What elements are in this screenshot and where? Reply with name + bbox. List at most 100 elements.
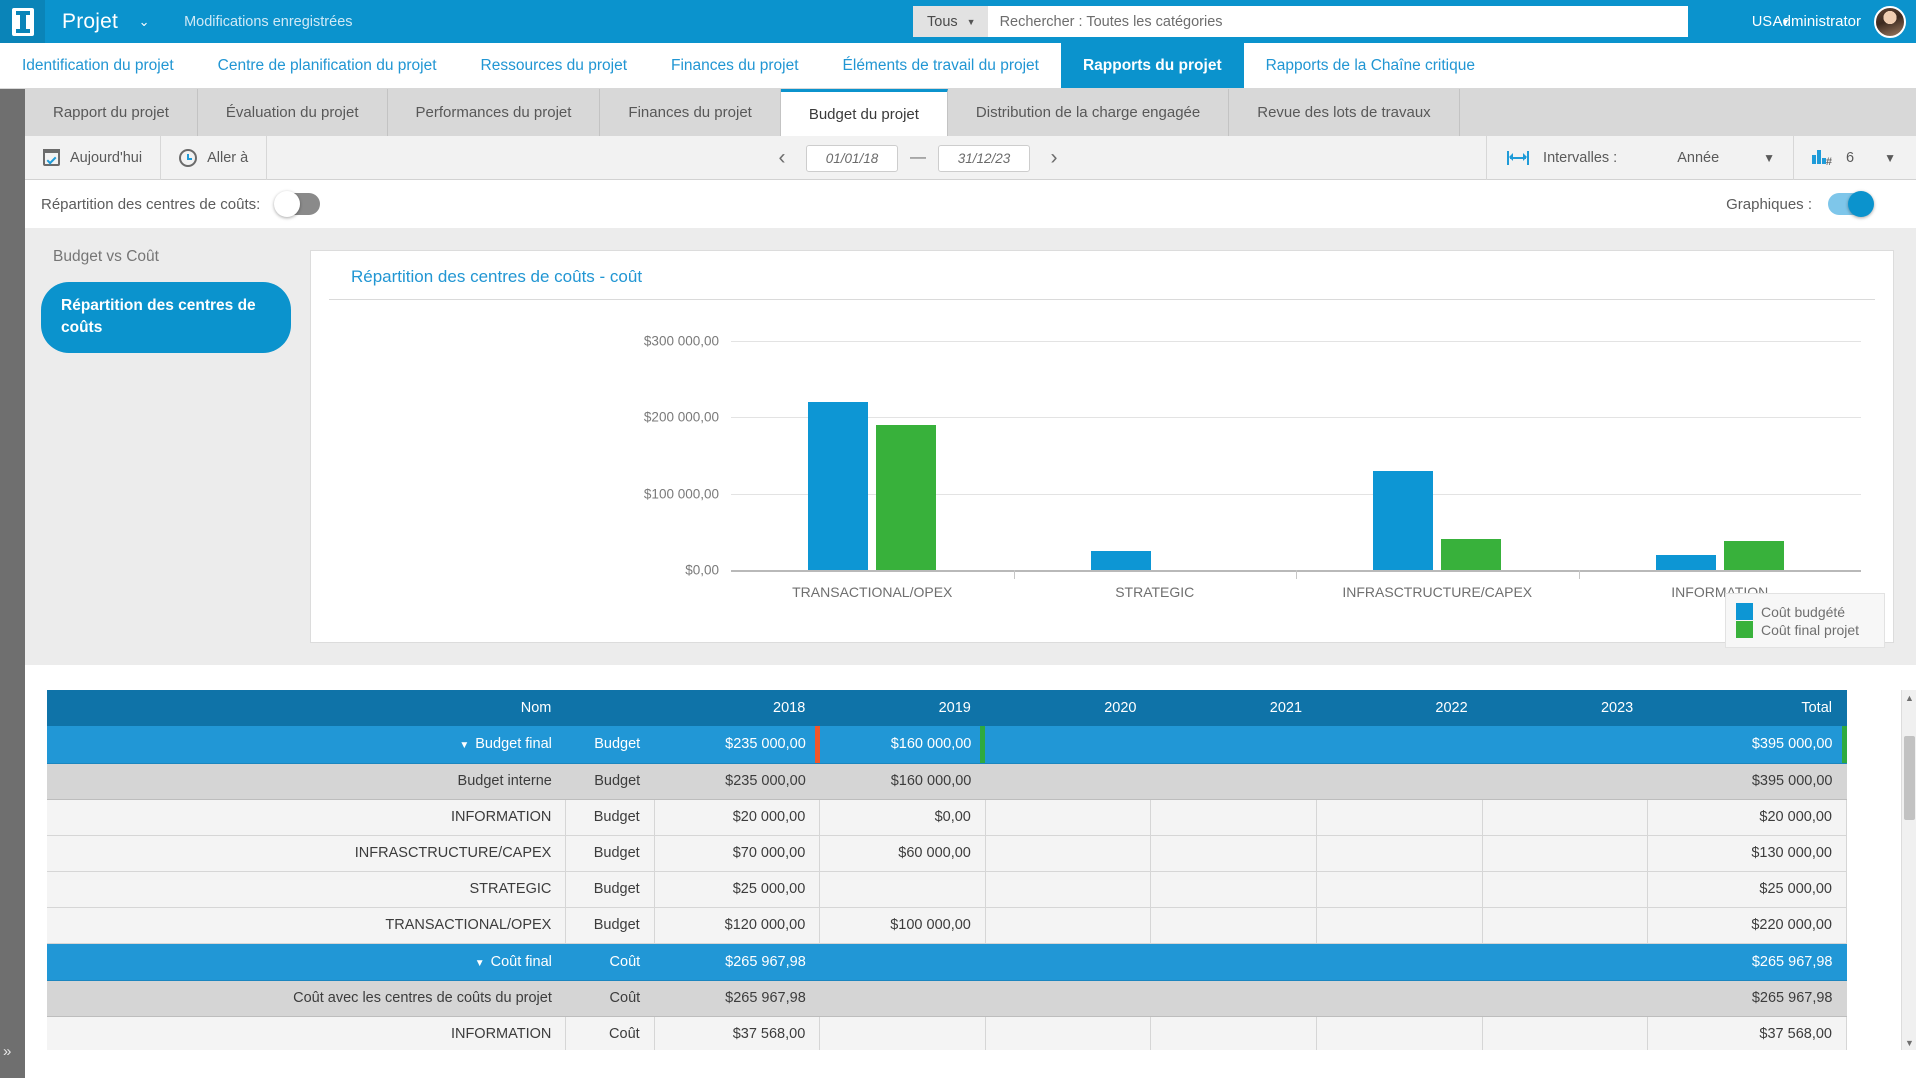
table-cell bbox=[1482, 980, 1648, 1017]
table-cell bbox=[1316, 1016, 1483, 1050]
user-name-label[interactable]: Administrator bbox=[1773, 0, 1861, 43]
chart-bar[interactable] bbox=[1655, 554, 1716, 570]
nav-label: Rapports du projet bbox=[1082, 56, 1222, 74]
charts-toggle[interactable] bbox=[1828, 191, 1874, 217]
table-cell: $160 000,00 bbox=[819, 763, 986, 800]
left-rail: » bbox=[0, 89, 25, 1078]
date-to-input[interactable]: 31/12/23 bbox=[938, 144, 1030, 172]
legend-item-cout-final-projet[interactable]: Coût final projet bbox=[1736, 621, 1874, 638]
row-name-cell: Coût avec les centres de coûts du projet bbox=[47, 980, 566, 1017]
interval-count-dropdown[interactable]: # 6 ▼ bbox=[1793, 136, 1916, 180]
tab-evaluation-du-projet[interactable]: Évaluation du projet bbox=[198, 89, 388, 136]
table-column-header[interactable]: 2019 bbox=[819, 690, 986, 726]
table-row[interactable]: TRANSACTIONAL/OPEX Budget $120 000,00 $100 … bbox=[47, 907, 1847, 944]
scroll-thumb[interactable] bbox=[1904, 736, 1915, 820]
table-cell bbox=[985, 871, 1152, 908]
table-cell bbox=[985, 799, 1152, 836]
table-body: ▼ Budget final Budget $235 000,00 $160 000,0… bbox=[47, 726, 1847, 1050]
table-header-row: Nom 2018 2019 2020 2021 2022 2023 Total bbox=[47, 690, 1847, 726]
today-label: Aujourd'hui bbox=[70, 149, 143, 166]
table-column-header[interactable]: Total bbox=[1647, 690, 1847, 726]
tab-label: Évaluation du projet bbox=[225, 104, 359, 121]
tab-rapport-du-projet[interactable]: Rapport du projet bbox=[25, 89, 198, 136]
table-cell bbox=[1150, 1016, 1318, 1050]
prev-period-button[interactable]: ‹ bbox=[770, 144, 794, 172]
report-content: Budget vs Coût Répartition des centres d… bbox=[25, 228, 1916, 665]
nav-ressources-du-projet[interactable]: Ressources du projet bbox=[459, 43, 649, 88]
chart-bar[interactable] bbox=[808, 402, 869, 570]
chart-bar[interactable] bbox=[1723, 541, 1784, 570]
nav-centre-de-planification[interactable]: Centre de planification du projet bbox=[196, 43, 459, 88]
table-cell: $37 568,00 bbox=[654, 1016, 821, 1050]
report-item-repartition-centres-de-couts[interactable]: Répartition des centres de coûts bbox=[41, 282, 291, 353]
expand-rail-icon[interactable]: » bbox=[3, 1043, 11, 1060]
nav-elements-de-travail[interactable]: Éléments de travail du projet bbox=[821, 43, 1061, 88]
app-logo-button[interactable] bbox=[0, 0, 45, 43]
date-from-input[interactable]: 01/01/18 bbox=[806, 144, 898, 172]
table-column-header[interactable]: 2018 bbox=[654, 690, 821, 726]
cost-centers-toggle[interactable] bbox=[274, 191, 321, 217]
span-arrows-icon bbox=[1507, 151, 1530, 165]
goto-button[interactable]: Aller à bbox=[161, 135, 268, 180]
row-name-cell: ▼ Coût final bbox=[47, 943, 566, 981]
nav-label: Ressources du projet bbox=[480, 56, 627, 74]
nav-label: Rapports de la Chaîne critique bbox=[1265, 56, 1475, 74]
table-row[interactable]: INFORMATION Coût $37 568,00 $37 568,00 bbox=[47, 1016, 1847, 1050]
y-axis-tick-label: $0,00 bbox=[685, 562, 719, 578]
table-column-header[interactable]: 2021 bbox=[1150, 690, 1318, 726]
table-cell bbox=[819, 1016, 986, 1050]
table-cell bbox=[1482, 763, 1648, 800]
row-expander-icon[interactable]: ▼ bbox=[475, 958, 485, 969]
table-vertical-scrollbar[interactable]: ▲ ▼ bbox=[1901, 690, 1916, 1050]
table-cell bbox=[1150, 871, 1318, 908]
chevron-down-icon[interactable]: ⌄ bbox=[134, 12, 154, 32]
scroll-up-icon[interactable]: ▲ bbox=[1902, 690, 1916, 705]
tab-distribution-charge-engagee[interactable]: Distribution de la charge engagée bbox=[948, 89, 1230, 136]
nav-label: Finances du projet bbox=[671, 56, 799, 74]
tab-revue-lots-de-travaux[interactable]: Revue des lots de travaux bbox=[1229, 89, 1460, 136]
today-button[interactable]: Aujourd'hui bbox=[25, 135, 162, 180]
nav-identification-du-projet[interactable]: Identification du projet bbox=[0, 43, 196, 88]
chart-bar[interactable] bbox=[1441, 539, 1502, 570]
table-row[interactable]: STRATEGIC Budget $25 000,00 $25 000,00 bbox=[47, 871, 1847, 908]
chart-bar[interactable] bbox=[1090, 550, 1151, 570]
chart-bar[interactable] bbox=[876, 424, 937, 570]
avatar[interactable] bbox=[1874, 6, 1906, 38]
table-row[interactable]: INFORMATION Budget $20 000,00 $0,00 $20 000,… bbox=[47, 799, 1847, 836]
table-row[interactable]: ▼ Budget final Budget $235 000,00 $160 000,0… bbox=[47, 726, 1847, 764]
table-cell: $70 000,00 bbox=[654, 835, 821, 872]
next-period-button[interactable]: › bbox=[1042, 144, 1066, 172]
legend-item-cout-budgete[interactable]: Coût budgété bbox=[1736, 603, 1874, 620]
table-column-header[interactable] bbox=[565, 690, 655, 726]
table-column-header[interactable]: 2023 bbox=[1482, 690, 1649, 726]
table-row[interactable]: INFRASCTRUCTURE/CAPEX Budget $70 000,00 $60… bbox=[47, 835, 1847, 872]
intervals-dropdown[interactable]: Intervalles : Année ▼ bbox=[1486, 136, 1793, 180]
tab-budget-du-projet[interactable]: Budget du projet bbox=[780, 89, 948, 136]
table-row[interactable]: Budget interne Budget $235 000,00 $160 000,… bbox=[47, 763, 1847, 800]
global-search: Tous ▼ bbox=[913, 6, 1688, 37]
table-cell: $395 000,00 bbox=[1647, 763, 1847, 800]
table-column-header[interactable]: 2020 bbox=[985, 690, 1152, 726]
nav-finances-du-projet[interactable]: Finances du projet bbox=[649, 43, 821, 88]
tab-performances-du-projet[interactable]: Performances du projet bbox=[388, 89, 601, 136]
budget-table[interactable]: Nom 2018 2019 2020 2021 2022 2023 Total ▼ Budget… bbox=[47, 690, 1870, 1050]
table-row[interactable]: ▼ Coût final Coût $265 967,98 $265 967,98 bbox=[47, 943, 1847, 981]
toolbar-right-group: Intervalles : Année ▼ # 6 ▼ bbox=[1486, 136, 1916, 180]
search-scope-dropdown[interactable]: Tous ▼ bbox=[913, 6, 988, 37]
top-header: Projet ⌄ Modifications enregistrées Tous… bbox=[0, 0, 1916, 43]
row-expander-icon[interactable]: ▼ bbox=[459, 740, 469, 751]
nav-rapports-du-projet[interactable]: Rapports du projet bbox=[1060, 43, 1244, 88]
nav-rapports-chaine-critique[interactable]: Rapports de la Chaîne critique bbox=[1244, 43, 1497, 88]
tab-finances-du-projet[interactable]: Finances du projet bbox=[600, 89, 781, 136]
table-cell bbox=[1150, 980, 1317, 1017]
app-title: Projet bbox=[62, 9, 119, 33]
scroll-down-icon[interactable]: ▼ bbox=[1902, 1035, 1916, 1050]
table-column-header[interactable]: Nom bbox=[47, 690, 567, 726]
table-column-header[interactable]: 2022 bbox=[1316, 690, 1483, 726]
table-cell bbox=[1482, 907, 1649, 944]
table-row[interactable]: Coût avec les centres de coûts du projet… bbox=[47, 980, 1847, 1017]
row-name-cell: STRATEGIC bbox=[47, 871, 567, 908]
chart-bar[interactable] bbox=[1373, 470, 1434, 570]
search-input[interactable] bbox=[987, 6, 1688, 37]
toggle-knob bbox=[1848, 191, 1874, 217]
